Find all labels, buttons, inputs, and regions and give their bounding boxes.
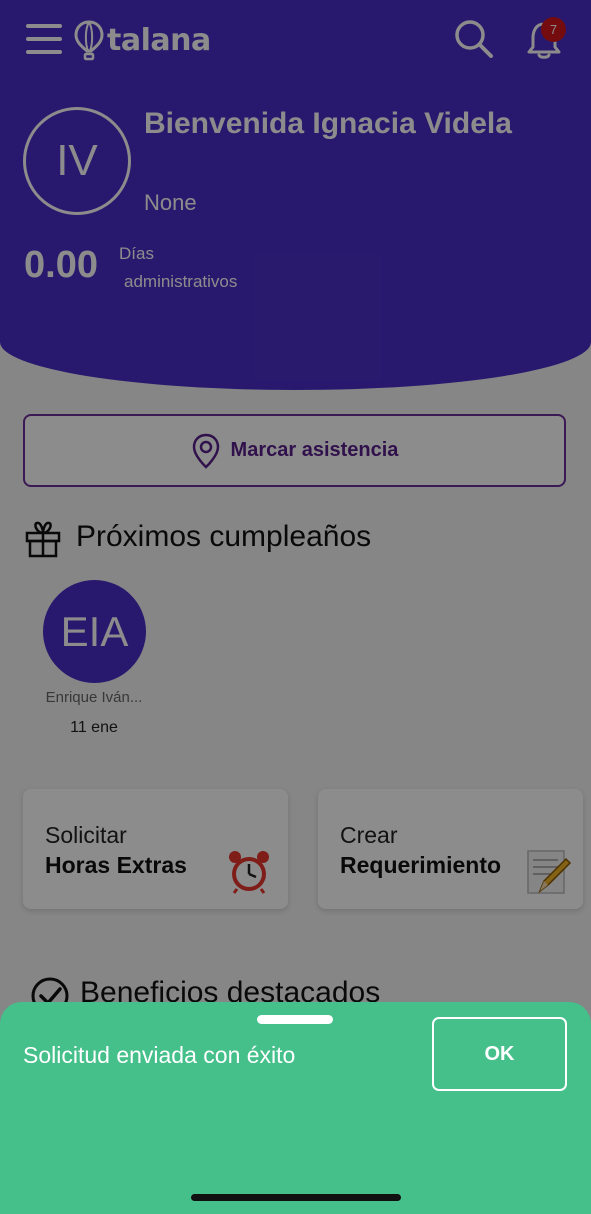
toast-message: Solicitud enviada con éxito — [23, 1042, 296, 1068]
home-indicator[interactable] — [191, 1194, 401, 1201]
app-screen: talana 7 IV Bienvenida Ignacia Videla No… — [0, 0, 591, 1214]
sheet-grabber[interactable] — [257, 1015, 333, 1024]
ok-button[interactable]: OK — [432, 1017, 567, 1091]
success-toast-sheet: Solicitud enviada con éxito OK — [0, 1002, 591, 1214]
